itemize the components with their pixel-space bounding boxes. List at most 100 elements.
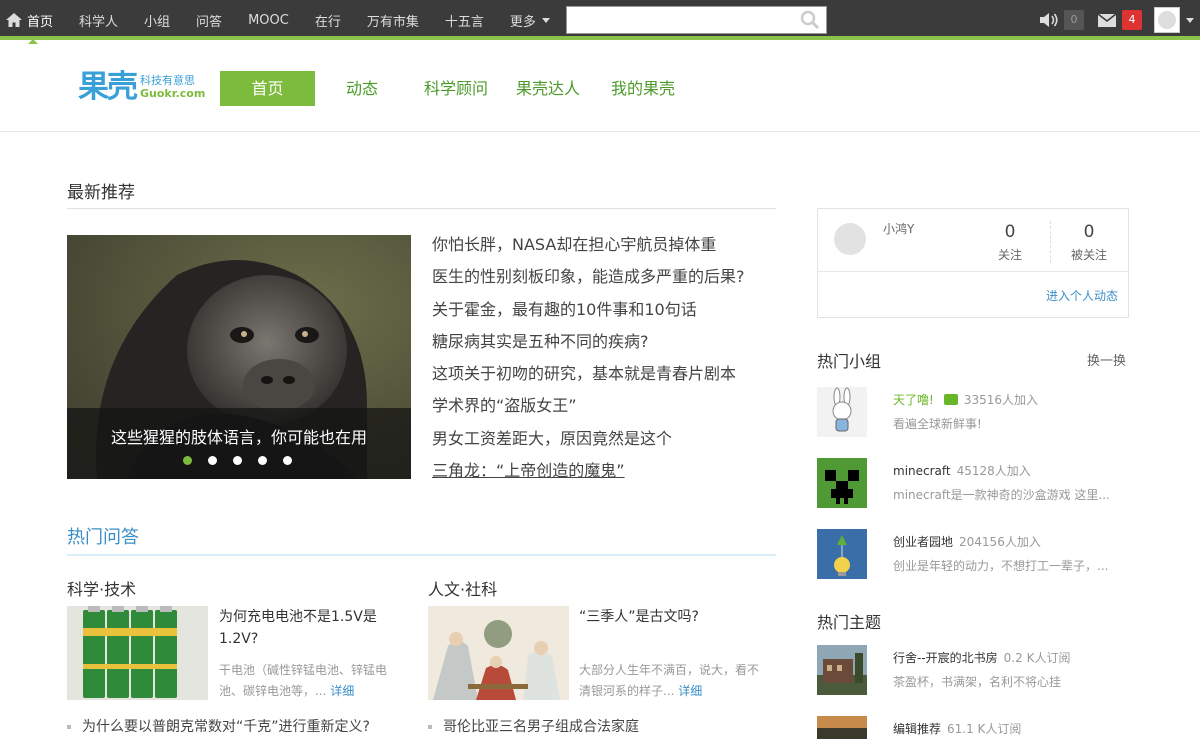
painting-illustration bbox=[428, 606, 569, 700]
notices-count-badge[interactable]: 0 bbox=[1064, 10, 1084, 30]
search-icon[interactable] bbox=[800, 10, 820, 30]
slide-caption-text[interactable]: 这些猩猩的肢体语言，你可能也在用 bbox=[67, 424, 411, 448]
main-nav-item-my-guokr[interactable]: 我的果壳 bbox=[611, 71, 675, 106]
latest-list-item[interactable]: 你怕长胖，NASA却在担心宇航员掉体重 bbox=[432, 235, 777, 267]
following-stat[interactable]: 0 关注 bbox=[975, 221, 1045, 263]
slider-dots bbox=[183, 456, 308, 465]
group-description: minecraft是一款神奇的沙盒游戏 这里... bbox=[893, 488, 1110, 502]
slider-dot[interactable] bbox=[258, 456, 267, 465]
followers-stat[interactable]: 0 被关注 bbox=[1054, 221, 1124, 263]
top-nav-item-zaihang[interactable]: 在行 bbox=[302, 0, 354, 40]
qa-humanity-list-item[interactable]: 哥伦比亚三名男子组成合法家庭 bbox=[428, 716, 639, 736]
qa-science-question-title[interactable]: 为何充电电池不是1.5V是1.2V? bbox=[219, 606, 389, 650]
slider-dot[interactable] bbox=[208, 456, 217, 465]
group-name[interactable]: 创业者园地 204156人加入 bbox=[893, 533, 1041, 550]
top-nav-item-scientific[interactable]: 科学人 bbox=[66, 0, 131, 40]
main-nav-item-advisors[interactable]: 科学顾问 bbox=[424, 71, 488, 106]
speaker-icon[interactable] bbox=[1038, 11, 1060, 29]
personal-feed-link[interactable]: 进入个人动态 bbox=[1046, 287, 1118, 304]
mail-icon[interactable] bbox=[1096, 11, 1118, 29]
building-photo bbox=[817, 645, 867, 695]
slider-dot[interactable] bbox=[183, 456, 192, 465]
divider bbox=[1050, 221, 1051, 263]
group-member-count: 204156人加入 bbox=[959, 535, 1041, 549]
top-nav-item-more[interactable]: 更多 bbox=[497, 0, 563, 40]
top-nav-item-groups[interactable]: 小组 bbox=[131, 0, 183, 40]
group-name[interactable]: 天了噜! 33516人加入 bbox=[893, 391, 1038, 408]
guokr-logo[interactable]: 果壳 科技有意思 Guokr.com bbox=[78, 69, 205, 105]
latest-list-item[interactable]: 关于霍金，最有趣的10件事和10句话 bbox=[432, 300, 777, 332]
latest-list-item[interactable]: 三角龙：“上帝创造的魔鬼” bbox=[432, 461, 777, 493]
search-input[interactable] bbox=[567, 7, 800, 33]
followers-count: 0 bbox=[1083, 222, 1095, 242]
qa-science-question-desc: 干电池（碱性锌锰电池、锌锰电池、碳锌电池等，... 详细 bbox=[219, 663, 388, 698]
top-nav-item-market[interactable]: 万有市集 bbox=[354, 0, 432, 40]
group-avatar[interactable] bbox=[817, 458, 867, 508]
refresh-groups-button[interactable]: 换一换 bbox=[1087, 350, 1126, 369]
featured-slider[interactable]: 这些猩猩的肢体语言，你可能也在用 bbox=[67, 235, 411, 479]
following-label: 关注 bbox=[997, 248, 1022, 262]
group-avatar[interactable] bbox=[817, 387, 867, 437]
group-member-count: 33516人加入 bbox=[963, 393, 1038, 407]
top-bar-right: 0 4 bbox=[1038, 0, 1200, 40]
user-card: 小鸿Y 0 关注 0 被关注 进入个人动态 bbox=[817, 208, 1129, 318]
latest-list-item[interactable]: 医生的性别刻板印象，能造成多严重的后果? bbox=[432, 267, 777, 299]
qa-science-list-item[interactable]: 为什么要以普朗克常数对“千克”进行重新定义? bbox=[67, 716, 370, 736]
main-nav-item-feed[interactable]: 动态 bbox=[346, 71, 378, 106]
avatar-placeholder-icon bbox=[1158, 11, 1176, 29]
user-card-avatar[interactable] bbox=[834, 223, 866, 255]
read-more-link[interactable]: 详细 bbox=[678, 684, 702, 698]
latest-list-item[interactable]: 这项关于初吻的研究，基本就是青春片剧本 bbox=[432, 364, 777, 396]
search-box bbox=[566, 6, 827, 34]
topic-subscriber-count: 61.1 K人订阅 bbox=[947, 722, 1022, 736]
top-nav: 首页 科学人 小组 问答 MOOC 在行 万有市集 十五言 更多 bbox=[0, 0, 563, 44]
battery-image[interactable] bbox=[67, 606, 208, 700]
top-nav-item-15yan[interactable]: 十五言 bbox=[432, 0, 497, 40]
group-name[interactable]: minecraft 45128人加入 bbox=[893, 462, 1031, 479]
qa-humanity-question-title[interactable]: “三季人”是古文吗? bbox=[579, 606, 769, 628]
chevron-down-icon[interactable] bbox=[1186, 17, 1194, 23]
latest-list-item[interactable]: 男女工资差距大，原因竟然是这个 bbox=[432, 429, 777, 461]
latest-list-item[interactable]: 学术界的“盗版女王” bbox=[432, 396, 777, 428]
battery-illustration bbox=[67, 606, 208, 700]
slider-dot[interactable] bbox=[233, 456, 242, 465]
topic-image[interactable] bbox=[817, 716, 867, 739]
user-avatar[interactable] bbox=[1154, 7, 1180, 33]
logo-slogan: 科技有意思 bbox=[140, 74, 195, 87]
followers-label: 被关注 bbox=[1070, 248, 1107, 262]
top-nav-item-qa[interactable]: 问答 bbox=[183, 0, 235, 40]
qa-science-title: 科学·技术 bbox=[67, 580, 137, 599]
main-nav-item-experts[interactable]: 果壳达人 bbox=[516, 71, 580, 106]
main-nav-item-home[interactable]: 首页 bbox=[220, 71, 315, 106]
main-nav: 首页 动态 科学顾问 果壳达人 我的果壳 bbox=[220, 71, 708, 106]
topic-subscriber-count: 0.2 K人订阅 bbox=[1003, 651, 1071, 665]
hot-topics-title: 热门主题 bbox=[817, 613, 882, 632]
read-more-link[interactable]: 详细 bbox=[330, 684, 354, 698]
topic-name[interactable]: 编辑推荐 61.1 K人订阅 bbox=[893, 720, 1021, 737]
logo-mark: 果壳 bbox=[78, 69, 138, 105]
group-description: 创业是年轻的动力，不想打工一辈子，... bbox=[893, 559, 1109, 573]
latest-list-item[interactable]: 糖尿病其实是五种不同的疾病? bbox=[432, 332, 777, 364]
creeper-icon bbox=[817, 458, 867, 508]
slider-dot[interactable] bbox=[283, 456, 292, 465]
ancient-painting-image[interactable] bbox=[428, 606, 569, 700]
landscape-photo bbox=[817, 716, 867, 739]
topic-description: 茶盈杯，书满架，名利不将心挂 bbox=[893, 675, 1062, 689]
top-bar: 首页 科学人 小组 问答 MOOC 在行 万有市集 十五言 更多 0 4 bbox=[0, 0, 1200, 44]
latest-section-title: 最新推荐 bbox=[67, 183, 135, 203]
qa-humanity-title: 人文·社科 bbox=[428, 580, 498, 599]
following-count: 0 bbox=[1004, 222, 1016, 242]
hot-groups-title: 热门小组 bbox=[817, 352, 882, 371]
qa-section-title: 热门问答 bbox=[67, 527, 139, 548]
messages-count-badge[interactable]: 4 bbox=[1122, 10, 1142, 30]
slide-caption: 这些猩猩的肢体语言，你可能也在用 bbox=[67, 408, 411, 479]
topic-image[interactable] bbox=[817, 645, 867, 695]
divider bbox=[67, 208, 776, 209]
site-header: 果壳 科技有意思 Guokr.com 首页 动态 科学顾问 果壳达人 我的果壳 bbox=[0, 44, 1200, 132]
topic-name[interactable]: 行舍--开宸的北书房 0.2 K人订阅 bbox=[893, 649, 1070, 666]
top-nav-label: 更多 bbox=[509, 14, 536, 30]
top-nav-item-home[interactable]: 首页 bbox=[0, 0, 66, 44]
group-avatar[interactable] bbox=[817, 529, 867, 579]
top-nav-item-mooc[interactable]: MOOC bbox=[235, 0, 302, 40]
user-card-name[interactable]: 小鸿Y bbox=[883, 220, 914, 237]
